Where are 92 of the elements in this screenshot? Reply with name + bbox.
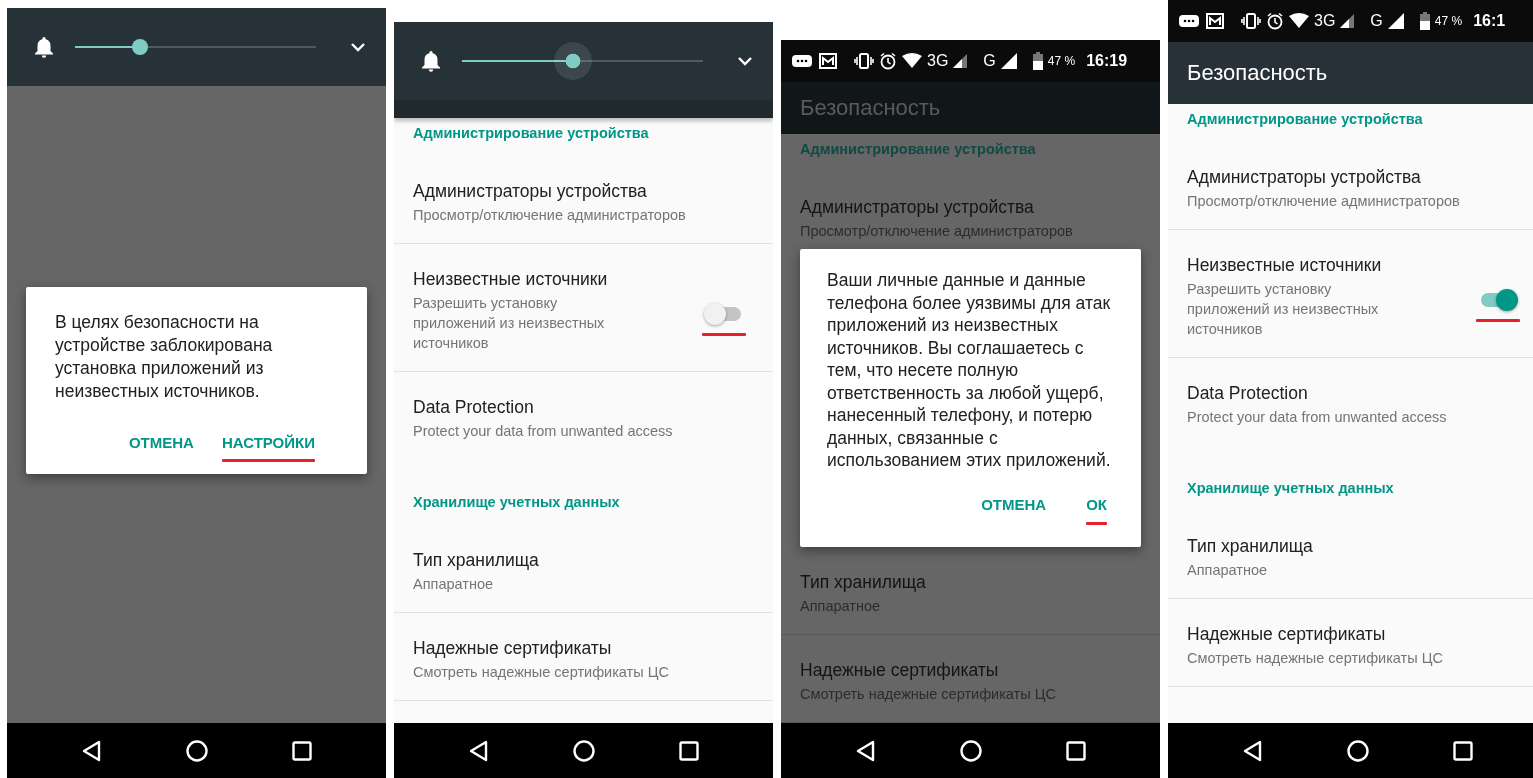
dialog-button[interactable]: ОК — [1086, 493, 1107, 516]
vibrate-icon — [1241, 12, 1261, 30]
signal-icon — [953, 54, 968, 68]
item-summary: Смотреть надежные сертификаты ЦС — [1187, 649, 1443, 668]
item-summary: Аппаратное — [1187, 561, 1268, 580]
item-title: Администраторы устройства — [800, 196, 1034, 218]
mail-icon — [818, 52, 838, 70]
item-title: Тип хранилища — [1187, 535, 1313, 557]
item-title: Data Protection — [413, 396, 534, 418]
item-title: Надежные сертификаты — [800, 659, 999, 681]
screen-title: Безопасность — [800, 95, 941, 121]
battery-icon — [1032, 52, 1043, 70]
vibrate-icon — [854, 52, 874, 70]
home-icon[interactable] — [185, 739, 208, 762]
volume-slider[interactable] — [462, 41, 703, 81]
chevron-down-icon[interactable] — [737, 56, 753, 66]
clock-time: 16:1 — [1473, 12, 1506, 30]
mail-icon — [1205, 12, 1225, 30]
network-type: G — [983, 52, 996, 70]
recents-icon[interactable] — [1452, 740, 1473, 761]
wifi-icon — [902, 53, 922, 69]
item-summary: Просмотр/отключение администраторов — [800, 222, 1073, 241]
dialog-message: В целях безопасности на устройстве заблокирована установка приложений из неизвестных источников. — [55, 311, 274, 403]
item-summary: Protect your data from unwanted access — [1187, 408, 1447, 427]
item-summary: Просмотр/отключение администраторов — [413, 206, 686, 225]
bell-icon — [33, 35, 55, 59]
item-title: Администраторы устройства — [1187, 166, 1421, 188]
section-header: Хранилище учетных данных — [412, 493, 621, 512]
recents-icon[interactable] — [678, 740, 699, 761]
item-title: Администраторы устройства — [413, 180, 647, 202]
back-icon[interactable] — [855, 739, 876, 762]
settings-item[interactable]: Неизвестные источники Разрешить установку приложений из неизвестных источников — [394, 244, 773, 372]
message-icon — [1178, 13, 1200, 29]
settings-item[interactable]: Тип хранилища Аппаратное — [394, 525, 773, 613]
item-title: Тип хранилища — [800, 571, 926, 593]
item-title: Надежные сертификаты — [1187, 623, 1386, 645]
signal-icon — [1340, 14, 1355, 28]
screen-title: Безопасность — [1187, 60, 1328, 86]
network-type: 3G — [1314, 12, 1336, 30]
item-summary: Аппаратное — [800, 597, 881, 616]
message-icon — [791, 53, 813, 69]
dialog-message: Ваши личные данные и данные телефона более уязвимы для атак приложений из неизвестных источников. Вы соглашаетесь с тем, что несете полную ответственность за любой ущерб, нанесенный телефону, и потерю данных, связанные с использованием этих приложений. — [827, 269, 1112, 472]
item-summary: Protect your data from unwanted access — [413, 422, 673, 441]
item-title: Тип хранилища — [413, 549, 539, 571]
item-summary: Разрешить установку приложений из неизвестных источников — [413, 294, 606, 353]
item-title: Неизвестные источники — [413, 268, 608, 290]
item-title: Data Protection — [1187, 382, 1308, 404]
item-title: Надежные сертификаты — [413, 637, 612, 659]
item-summary: Разрешить установку приложений из неизвестных источников — [1187, 280, 1380, 339]
recents-icon[interactable] — [1065, 740, 1086, 761]
settings-item[interactable]: Надежные сертификаты Смотреть надежные сертификаты ЦС — [394, 613, 773, 701]
battery-percent: 47 % — [1434, 14, 1463, 28]
item-summary: Смотреть надежные сертификаты ЦС — [413, 663, 669, 682]
back-icon[interactable] — [81, 739, 102, 762]
signal-icon — [1387, 13, 1404, 29]
back-icon[interactable] — [1242, 739, 1263, 762]
home-icon[interactable] — [1346, 739, 1369, 762]
dialog-button[interactable]: ОТМЕНА — [128, 431, 194, 453]
section-header: Администрирование устройства — [799, 140, 1037, 159]
item-title: Неизвестные источники — [1187, 254, 1382, 276]
wifi-icon — [1289, 13, 1309, 29]
battery-percent: 47 % — [1047, 54, 1076, 68]
back-icon[interactable] — [468, 739, 489, 762]
settings-item[interactable]: Тип хранилища Аппаратное — [1168, 511, 1533, 599]
item-summary: Аппаратное — [413, 575, 494, 594]
section-header: Администрирование устройства — [412, 124, 650, 143]
settings-item[interactable]: Data Protection Protect your data from unwanted access — [1168, 358, 1533, 445]
item-summary: Просмотр/отключение администраторов — [1187, 192, 1460, 211]
settings-item[interactable]: Администраторы устройства Просмотр/отключение администраторов — [394, 156, 773, 244]
network-type: G — [1370, 12, 1383, 30]
dialog-button[interactable]: ОТМЕНА — [981, 493, 1047, 516]
settings-item[interactable]: Надежные сертификаты Смотреть надежные сертификаты ЦС — [1168, 599, 1533, 687]
network-type: 3G — [927, 52, 949, 70]
settings-item[interactable]: Data Protection Protect your data from unwanted access — [394, 372, 773, 459]
bell-icon — [420, 49, 442, 73]
settings-item[interactable]: Администраторы устройства Просмотр/отключение администраторов — [1168, 142, 1533, 230]
signal-icon — [1000, 53, 1017, 69]
chevron-down-icon[interactable] — [350, 42, 366, 52]
home-icon[interactable] — [959, 739, 982, 762]
recents-icon[interactable] — [291, 740, 312, 761]
slider-thumb[interactable] — [553, 42, 592, 80]
slider-thumb[interactable] — [132, 39, 149, 55]
home-icon[interactable] — [572, 739, 595, 762]
settings-item[interactable]: Неизвестные источники Разрешить установку приложений из неизвестных источников — [1168, 230, 1533, 358]
clock-time: 16:19 — [1086, 52, 1128, 70]
alarm-icon — [879, 52, 897, 70]
section-header: Хранилище учетных данных — [1186, 479, 1395, 498]
alarm-icon — [1266, 12, 1284, 30]
section-header: Администрирование устройства — [1186, 110, 1424, 129]
dialog-button[interactable]: НАСТРОЙКИ — [221, 431, 315, 453]
item-summary: Смотреть надежные сертификаты ЦС — [800, 685, 1056, 704]
battery-icon — [1419, 12, 1430, 30]
